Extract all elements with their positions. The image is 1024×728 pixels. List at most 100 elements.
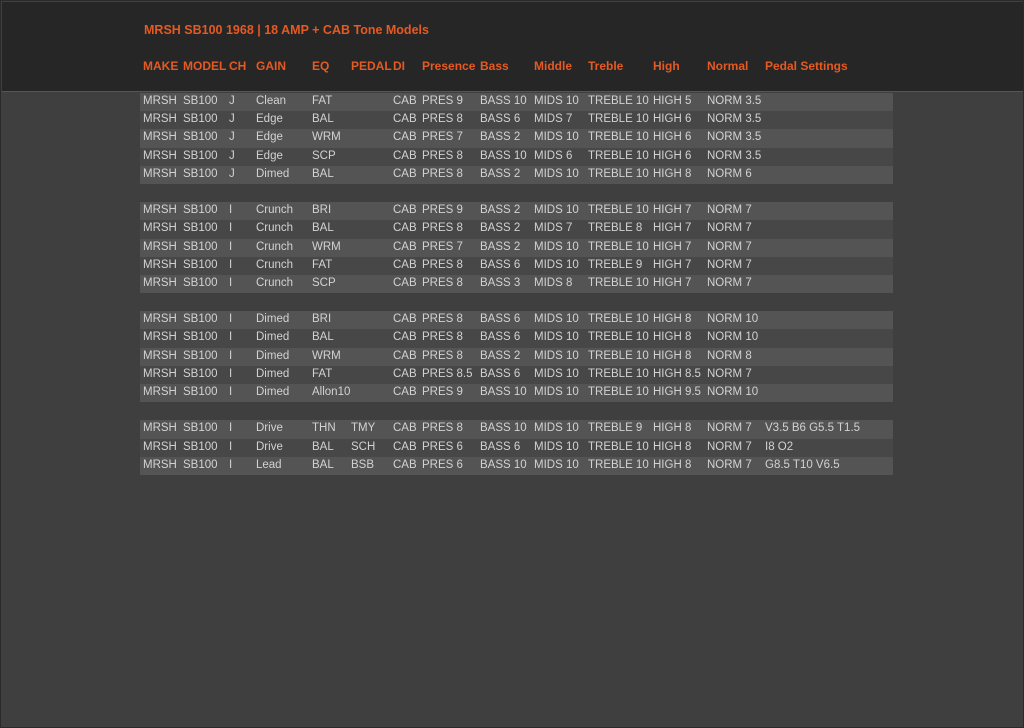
cell-eq: SCP (312, 149, 336, 162)
cell-ch: I (229, 258, 233, 271)
cell-gain: Edge (256, 113, 283, 126)
cell-middle: MIDS 6 (534, 149, 573, 162)
cell-gain: Dimed (256, 349, 290, 362)
cell-normal: NORM 8 (707, 349, 752, 362)
cell-di: CAB (393, 276, 417, 289)
cell-ch: I (229, 276, 233, 289)
table-row: MRSH SB100 I Drive BAL SCH CAB PRES 6 BASS 6 MIDS… (140, 438, 893, 457)
header-band: MRSH SB100 1968 | 18 AMP + CAB Tone Mode… (2, 2, 1023, 92)
cell-gain: Clean (256, 95, 287, 107)
cell-model: SB100 (183, 204, 218, 217)
cell-di: CAB (393, 313, 417, 326)
cell-di: CAB (393, 240, 417, 253)
cell-ch: I (229, 367, 233, 380)
cell-model: SB100 (183, 222, 218, 235)
cell-treble: TREBLE 9 (588, 422, 643, 435)
cell-make: MRSH (143, 349, 177, 362)
table-row: MRSH SB100 I Dimed BRI CAB PRES 8 BASS 6 MIDS 10… (140, 311, 893, 330)
column-header-pedal-settings: Pedal Settings (765, 59, 848, 73)
cell-model: SB100 (183, 367, 218, 380)
cell-ch: J (229, 149, 235, 162)
cell-treble: TREBLE 10 (588, 113, 649, 126)
cell-middle: MIDS 10 (534, 349, 579, 362)
cell-high: HIGH 8 (653, 313, 692, 326)
cell-model: SB100 (183, 149, 218, 162)
cell-normal: NORM 7 (707, 276, 752, 289)
column-header-eq: EQ (312, 59, 330, 73)
cell-middle: MIDS 10 (534, 458, 579, 471)
cell-make: MRSH (143, 367, 177, 380)
cell-gain: Dimed (256, 367, 290, 380)
cell-high: HIGH 8.5 (653, 367, 701, 380)
cell-normal: NORM 3.5 (707, 149, 762, 162)
cell-normal: NORM 3.5 (707, 95, 762, 107)
cell-normal: NORM 6 (707, 167, 752, 180)
spacer-row (140, 402, 893, 420)
cell-treble: TREBLE 10 (588, 95, 649, 107)
cell-ch: I (229, 458, 233, 471)
cell-make: MRSH (143, 204, 177, 217)
cell-model: SB100 (183, 258, 218, 271)
cell-make: MRSH (143, 222, 177, 235)
cell-pedal-settings: G8.5 T10 V6.5 (765, 458, 840, 471)
cell-make: MRSH (143, 276, 177, 289)
cell-high: HIGH 8 (653, 440, 692, 453)
cell-presence: PRES 8 (422, 349, 463, 362)
cell-eq: BAL (312, 440, 334, 453)
cell-eq: FAT (312, 367, 333, 380)
cell-model: SB100 (183, 113, 218, 126)
cell-normal: NORM 7 (707, 367, 752, 380)
cell-high: HIGH 8 (653, 422, 692, 435)
cell-middle: MIDS 10 (534, 131, 579, 144)
cell-make: MRSH (143, 113, 177, 126)
cell-normal: NORM 3.5 (707, 131, 762, 144)
table-row: MRSH SB100 I Drive THN TMY CAB PRES 8 BASS 10 MID… (140, 420, 893, 439)
spacer-row (140, 184, 893, 202)
cell-pedal: BSB (351, 458, 375, 471)
cell-high: HIGH 6 (653, 149, 692, 162)
cell-eq: Allon10 (312, 386, 351, 398)
cell-normal: NORM 7 (707, 458, 752, 471)
document-page: MRSH SB100 1968 | 18 AMP + CAB Tone Mode… (0, 0, 1024, 728)
cell-eq: BAL (312, 222, 334, 235)
cell-normal: NORM 10 (707, 386, 759, 398)
cell-di: CAB (393, 422, 417, 435)
cell-middle: MIDS 10 (534, 167, 579, 180)
cell-model: SB100 (183, 458, 218, 471)
cell-presence: PRES 8 (422, 331, 463, 344)
cell-ch: I (229, 204, 233, 217)
cell-treble: TREBLE 10 (588, 149, 649, 162)
table-row: MRSH SB100 J Dimed BAL CAB PRES 8 BASS 2 MIDS 10… (140, 165, 893, 184)
cell-eq: THN (312, 422, 336, 435)
cell-presence: PRES 8 (422, 222, 463, 235)
cell-make: MRSH (143, 258, 177, 271)
cell-ch: J (229, 113, 235, 126)
cell-model: SB100 (183, 349, 218, 362)
cell-ch: I (229, 331, 233, 344)
cell-presence: PRES 9 (422, 204, 463, 217)
cell-bass: BASS 2 (480, 240, 521, 253)
cell-treble: TREBLE 10 (588, 458, 649, 471)
cell-pedal: TMY (351, 422, 376, 435)
cell-model: SB100 (183, 331, 218, 344)
column-header-high: High (653, 59, 680, 73)
cell-di: CAB (393, 367, 417, 380)
cell-treble: TREBLE 10 (588, 367, 649, 380)
cell-bass: BASS 6 (480, 440, 521, 453)
cell-presence: PRES 7 (422, 131, 463, 144)
cell-bass: BASS 2 (480, 167, 521, 180)
cell-bass: BASS 6 (480, 313, 521, 326)
cell-bass: BASS 3 (480, 276, 521, 289)
cell-model: SB100 (183, 131, 218, 144)
cell-make: MRSH (143, 313, 177, 326)
cell-eq: WRM (312, 349, 341, 362)
table-row: MRSH SB100 I Crunch SCP CAB PRES 8 BASS 3 MIDS 8… (140, 274, 893, 294)
table-row: MRSH SB100 J Edge SCP CAB PRES 8 BASS 10 MIDS 6 T… (140, 147, 893, 166)
cell-make: MRSH (143, 95, 177, 107)
cell-high: HIGH 7 (653, 222, 692, 235)
column-header-di: DI (393, 59, 405, 73)
cell-treble: TREBLE 10 (588, 240, 649, 253)
table-row: MRSH SB100 I Crunch WRM CAB PRES 7 BASS 2 MIDS 1… (140, 238, 893, 257)
cell-normal: NORM 7 (707, 258, 752, 271)
cell-model: SB100 (183, 95, 218, 107)
